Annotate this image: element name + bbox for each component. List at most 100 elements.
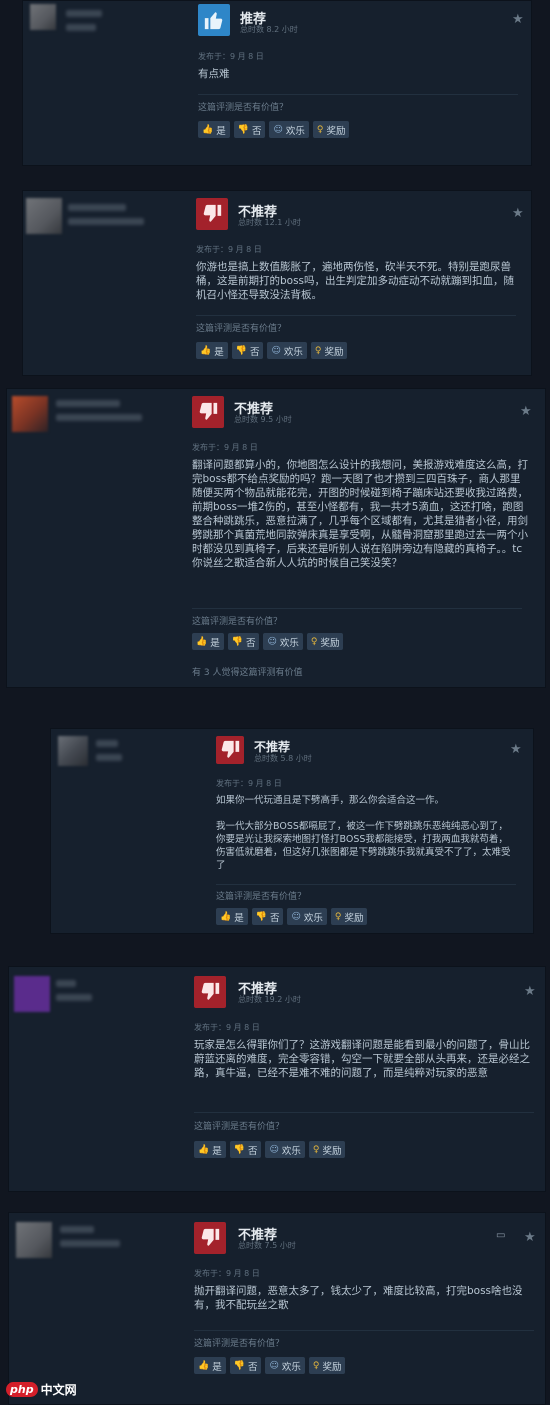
vote-no-button[interactable]: 👎 否 bbox=[229, 1141, 262, 1158]
award-button[interactable]: ♀ 奖励 bbox=[308, 1357, 346, 1374]
vote-no-button[interactable]: 👎 否 bbox=[227, 633, 260, 650]
review-text: 有点难 bbox=[198, 68, 230, 80]
vote-funny-label: 欢乐 bbox=[279, 637, 299, 649]
vote-no-button[interactable]: 👎 否 bbox=[251, 908, 284, 925]
vote-no-label: 否 bbox=[245, 637, 256, 649]
award-button[interactable]: ♀ 奖励 bbox=[310, 342, 348, 359]
thumb-up-icon: 👍 bbox=[200, 345, 212, 356]
vote-funny-button[interactable]: ☺ 欢乐 bbox=[267, 342, 307, 359]
vote-no-button[interactable]: 👎 否 bbox=[231, 342, 264, 359]
avatar[interactable] bbox=[30, 4, 56, 30]
vote-buttons: 👍 是 👎 否 ☺ 欢乐 ♀ 奖励 bbox=[198, 121, 350, 138]
review-text: 如果你一代玩通且是下劈高手，那么你会适合这一作。 bbox=[216, 795, 445, 806]
vote-yes-button[interactable]: 👍 是 bbox=[194, 1141, 226, 1158]
thumb-down-icon: 👎 bbox=[255, 911, 267, 922]
vote-yes-button[interactable]: 👍 是 bbox=[194, 1357, 226, 1374]
owned-games-blur bbox=[56, 994, 92, 1001]
vote-funny-label: 欢乐 bbox=[281, 1145, 301, 1157]
vote-buttons: 👍 是 👎 否 ☺ 欢乐 ♀ 奖励 bbox=[196, 342, 348, 359]
award-button[interactable]: ♀ 奖励 bbox=[312, 121, 350, 138]
vote-yes-label: 是 bbox=[216, 125, 226, 137]
star-icon[interactable]: ★ bbox=[510, 742, 522, 757]
vote-buttons: 👍 是 👎 否 ☺ 欢乐 ♀ 奖励 bbox=[216, 908, 368, 925]
playtime: 总时数 19.2 小时 bbox=[238, 995, 301, 1004]
playtime: 总时数 12.1 小时 bbox=[238, 218, 301, 227]
playtime: 总时数 9.5 小时 bbox=[234, 415, 292, 424]
smiley-icon: ☺ bbox=[269, 1144, 279, 1155]
posted-date: 发布于：9 月 8 日 bbox=[194, 1269, 260, 1278]
review-text: 玩家是怎么得罪你们了？这游戏翻译问题是能看到最小的问题了，骨山比蔚蓝还离的难度，… bbox=[194, 1039, 530, 1079]
watermark-badge: php bbox=[6, 1382, 38, 1397]
vote-yes-label: 是 bbox=[210, 637, 220, 649]
playtime: 总时数 5.8 小时 bbox=[254, 754, 312, 763]
divider bbox=[196, 315, 516, 316]
vote-funny-button[interactable]: ☺ 欢乐 bbox=[265, 1357, 305, 1374]
star-icon[interactable]: ★ bbox=[520, 404, 532, 419]
vote-no-label: 否 bbox=[249, 346, 260, 358]
avatar[interactable] bbox=[26, 198, 62, 234]
site-watermark: php 中文网 bbox=[6, 1381, 77, 1398]
vote-yes-label: 是 bbox=[212, 1145, 222, 1157]
vote-buttons: 👍 是 👎 否 ☺ 欢乐 ♀ 奖励 bbox=[192, 633, 344, 650]
award-icon: ♀ bbox=[312, 1144, 320, 1155]
avatar[interactable] bbox=[12, 396, 48, 432]
review-text: 翻译问题都算小的，你地图怎么设计的我想问，美报游戏难度这么高，打完boss都不给… bbox=[192, 459, 528, 569]
avatar[interactable] bbox=[16, 1222, 52, 1258]
helpful-question: 这篇评测是否有价值？ bbox=[194, 1339, 285, 1349]
thumb-down-icon: 👎 bbox=[233, 1144, 245, 1155]
vote-funny-button[interactable]: ☺ 欢乐 bbox=[265, 1141, 305, 1158]
star-icon[interactable]: ★ bbox=[524, 1230, 536, 1245]
vote-yes-button[interactable]: 👍 是 bbox=[198, 121, 230, 138]
vote-funny-button[interactable]: ☺ 欢乐 bbox=[269, 121, 309, 138]
vote-buttons: 👍 是 👎 否 ☺ 欢乐 ♀ 奖励 bbox=[194, 1141, 346, 1158]
review-text-paragraph: 我一代大部分BOSS都嗝屁了，被这一作下劈跳跳乐恶纯纯恶心到了，你要是光让我探索… bbox=[216, 821, 511, 871]
watermark-text: 中文网 bbox=[40, 1383, 77, 1397]
thumb-down-icon: 👎 bbox=[237, 124, 249, 135]
avatar[interactable] bbox=[14, 976, 50, 1012]
username-blur bbox=[56, 980, 76, 987]
thumb-up-icon: 👍 bbox=[202, 124, 214, 135]
vote-yes-button[interactable]: 👍 是 bbox=[216, 908, 248, 925]
screen-icon[interactable]: ▭ bbox=[496, 1230, 505, 1241]
award-button[interactable]: ♀ 奖励 bbox=[330, 908, 368, 925]
award-label: 奖励 bbox=[320, 637, 340, 649]
thumb-down-icon: 👎 bbox=[233, 1360, 245, 1371]
award-button[interactable]: ♀ 奖励 bbox=[306, 633, 344, 650]
vote-funny-button[interactable]: ☺ 欢乐 bbox=[263, 633, 303, 650]
vote-yes-button[interactable]: 👍 是 bbox=[192, 633, 224, 650]
posted-date: 发布于：9 月 8 日 bbox=[196, 245, 262, 254]
vote-funny-button[interactable]: ☺ 欢乐 bbox=[287, 908, 327, 925]
posted-date: 发布于：9 月 8 日 bbox=[216, 779, 282, 788]
helpful-count: 有 3 人觉得这篇评测有价值 bbox=[192, 668, 303, 678]
smiley-icon: ☺ bbox=[271, 345, 281, 356]
thumb-down-icon bbox=[194, 1222, 226, 1254]
review-text: 你游也是搞上数值膨胀了，遍地两伤怪，砍半天不死。特别是跑尿兽桶，这是前期打的bo… bbox=[196, 261, 515, 301]
award-label: 奖励 bbox=[344, 912, 364, 924]
star-icon[interactable]: ★ bbox=[524, 984, 536, 999]
vote-no-label: 否 bbox=[251, 125, 262, 137]
vote-no-button[interactable]: 👎 否 bbox=[229, 1357, 262, 1374]
star-icon[interactable]: ★ bbox=[512, 12, 524, 27]
thumb-down-icon bbox=[196, 198, 228, 230]
vote-funny-label: 欢乐 bbox=[285, 125, 305, 137]
helpful-question: 这篇评测是否有价值？ bbox=[216, 892, 307, 902]
review-card: 不推荐 总时数 19.2 小时 ★ 发布于：9 月 8 日 玩家是怎么得罪你们了… bbox=[8, 966, 546, 1192]
award-label: 奖励 bbox=[322, 1361, 342, 1373]
avatar[interactable] bbox=[58, 736, 88, 766]
posted-date: 发布于：9 月 8 日 bbox=[198, 52, 264, 61]
award-icon: ♀ bbox=[316, 124, 324, 135]
vote-yes-label: 是 bbox=[214, 346, 224, 358]
thumb-up-icon: 👍 bbox=[196, 636, 208, 647]
award-icon: ♀ bbox=[314, 345, 322, 356]
vote-no-button[interactable]: 👎 否 bbox=[233, 121, 266, 138]
vote-yes-button[interactable]: 👍 是 bbox=[196, 342, 228, 359]
divider bbox=[194, 1112, 534, 1113]
star-icon[interactable]: ★ bbox=[512, 206, 524, 221]
username-blur bbox=[68, 204, 126, 211]
thumb-down-icon bbox=[194, 976, 226, 1008]
posted-date: 发布于：9 月 8 日 bbox=[192, 443, 258, 452]
divider bbox=[216, 884, 516, 885]
helpful-question: 这篇评测是否有价值？ bbox=[194, 1122, 285, 1132]
award-button[interactable]: ♀ 奖励 bbox=[308, 1141, 346, 1158]
thumb-up-icon bbox=[198, 4, 230, 36]
